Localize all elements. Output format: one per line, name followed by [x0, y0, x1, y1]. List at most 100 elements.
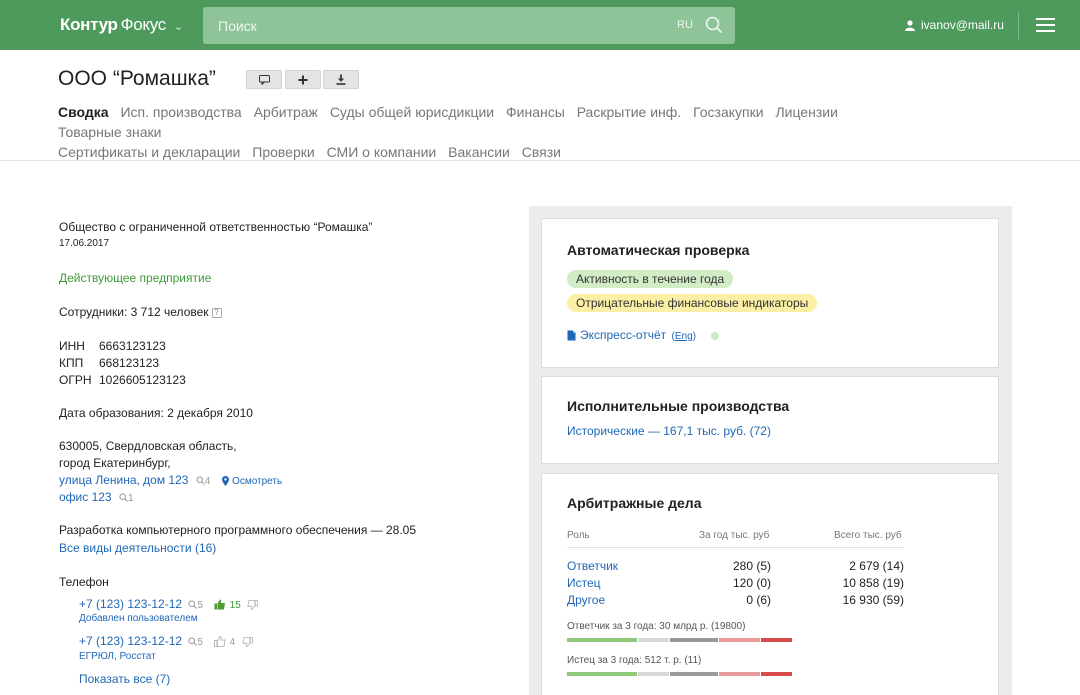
section-tabs: Сводка Исп. производства Арбитраж Суды о…: [58, 102, 958, 162]
download-button[interactable]: [323, 70, 359, 89]
tab-vacancies[interactable]: Вакансии: [448, 144, 510, 160]
all-activities-link[interactable]: Все виды деятельности (16): [59, 541, 216, 555]
search-icon[interactable]: [196, 476, 205, 486]
phone-link[interactable]: +7 (123) 123-12-12: [79, 634, 182, 648]
auto-check-card: Автоматическая проверка Активность в теч…: [541, 218, 999, 368]
thumbs-up-icon[interactable]: [214, 636, 226, 648]
tab-certificates[interactable]: Сертификаты и декларации: [58, 144, 240, 160]
employees-text: Сотрудники: 3 712 человек: [59, 305, 209, 319]
enforcement-title: Исполнительные производства: [567, 398, 790, 414]
phone-source: ЕГРЮЛ, Росстат: [79, 651, 156, 662]
thumbs-down-icon[interactable]: [247, 599, 259, 610]
kpp-value: 668123123: [99, 356, 160, 370]
founded-date: Дата образования: 2 декабря 2010: [59, 406, 253, 420]
tab-trademarks[interactable]: Товарные знаки: [58, 124, 161, 140]
top-bar: КонтурФокус ⌄ RU ivanov@mail.ru: [0, 0, 1080, 50]
add-button[interactable]: [285, 70, 321, 89]
office-link[interactable]: офис 123: [59, 490, 112, 504]
express-report: Экспресс-отчёт (Eng): [567, 328, 720, 342]
bar-segment: [638, 638, 669, 642]
chevron-down-icon[interactable]: ⌄: [174, 21, 183, 33]
activity-badge[interactable]: Активность в течение года: [567, 270, 734, 288]
all-activities: Все виды деятельности (16): [59, 541, 216, 555]
tab-enforcement[interactable]: Исп. производства: [120, 104, 241, 120]
col-total: Всего тыс. руб: [834, 530, 902, 541]
comment-icon: [258, 74, 270, 85]
role-link[interactable]: Другое: [567, 593, 605, 607]
tab-media[interactable]: СМИ о компании: [327, 144, 437, 160]
show-all-phones: Показать все (7): [79, 672, 170, 686]
logo-part1: Контур: [60, 15, 118, 34]
bar-segment: [638, 672, 669, 676]
bar-segment: [670, 638, 718, 642]
comment-button[interactable]: [246, 70, 282, 89]
header-divider-line: [0, 160, 1080, 161]
year-value: 120 (0): [732, 576, 771, 590]
express-report-link[interactable]: Экспресс-отчёт: [580, 328, 666, 342]
address-office: офис 123 1: [59, 490, 134, 504]
table-divider: [567, 547, 904, 548]
tab-courts[interactable]: Суды общей юрисдикции: [330, 104, 494, 120]
inn-label: ИНН: [59, 339, 85, 353]
logo-part2: Фокус: [120, 15, 167, 34]
col-year: За год тыс. руб: [699, 530, 770, 541]
plus-icon: [298, 75, 308, 84]
auto-check-title: Автоматическая проверка: [567, 242, 750, 258]
tab-connections[interactable]: Связи: [522, 144, 561, 160]
download-icon: [336, 74, 346, 85]
thumbs-up-icon[interactable]: [214, 599, 226, 610]
defendant-3y: Ответчик за 3 года: 30 млрд р. (19800): [567, 621, 746, 632]
tab-disclosure[interactable]: Раскрытие инф.: [577, 104, 682, 120]
logo[interactable]: Контур Фокус ⌄: [60, 15, 183, 35]
enforcement-historical-link[interactable]: Исторические — 167,1 тыс. руб. (72): [567, 424, 771, 438]
tab-licenses[interactable]: Лицензии: [775, 104, 837, 120]
phone-label: Телефон: [59, 575, 109, 589]
user-menu[interactable]: ivanov@mail.ru: [905, 18, 1004, 32]
company-status: Действующее предприятие: [59, 271, 212, 285]
enforcement-card: Исполнительные производства Исторические…: [541, 376, 999, 464]
bar-segment: [670, 672, 718, 676]
role-link[interactable]: Истец: [567, 576, 601, 590]
express-report-eng-link[interactable]: Eng: [675, 331, 693, 342]
search-icon[interactable]: [119, 493, 128, 503]
tab-arbitration[interactable]: Арбитраж: [254, 104, 318, 120]
year-value: 0 (6): [746, 593, 771, 607]
street-link[interactable]: улица Ленина, дом 123: [59, 473, 188, 487]
search-input[interactable]: [203, 7, 663, 44]
ogrn-value: 1026605123123: [99, 373, 186, 387]
phone-search-count: 5: [197, 600, 203, 611]
bar-segment: [567, 672, 637, 676]
bar-segment: [761, 638, 792, 642]
tab-inspections[interactable]: Проверки: [252, 144, 314, 160]
user-icon: [905, 19, 915, 31]
user-email: ivanov@mail.ru: [921, 18, 1004, 32]
phone-link[interactable]: +7 (123) 123-12-12: [79, 597, 182, 611]
language-switch[interactable]: RU: [677, 19, 693, 31]
search-icon[interactable]: [705, 16, 723, 34]
company-date: 17.06.2017: [59, 238, 110, 249]
tab-procurement[interactable]: Госзакупки: [693, 104, 763, 120]
help-icon[interactable]: ?: [211, 307, 222, 318]
phone-source: Добавлен пользователем: [79, 613, 198, 624]
bar-segment: [719, 638, 760, 642]
inspect-link[interactable]: Осмотреть: [232, 476, 282, 487]
tab-summary[interactable]: Сводка: [58, 104, 109, 120]
phone-likes: 4: [229, 637, 236, 648]
role-link[interactable]: Ответчик: [567, 559, 618, 573]
status-dot: [711, 331, 720, 340]
address-line1: 630005, Свердловская область,: [59, 439, 237, 453]
menu-icon[interactable]: [1036, 18, 1055, 32]
thumbs-down-icon[interactable]: [242, 636, 253, 647]
bar-segment: [567, 638, 637, 642]
address-street: улица Ленина, дом 123 4 Осмотреть: [59, 473, 282, 487]
phone-row: +7 (123) 123-12-12 5 4: [79, 634, 253, 648]
tab-finance[interactable]: Финансы: [506, 104, 565, 120]
show-all-phones-link[interactable]: Показать все (7): [79, 672, 170, 686]
search-box: RU: [203, 7, 735, 44]
total-value: 16 930 (59): [842, 593, 904, 607]
company-full-name: Общество с ограниченной ответственностью…: [59, 220, 373, 234]
total-value: 10 858 (19): [842, 576, 904, 590]
finance-badge[interactable]: Отрицательные финансовые индикаторы: [567, 294, 818, 312]
header-divider: [1018, 12, 1019, 39]
map-pin-icon[interactable]: [221, 475, 229, 486]
